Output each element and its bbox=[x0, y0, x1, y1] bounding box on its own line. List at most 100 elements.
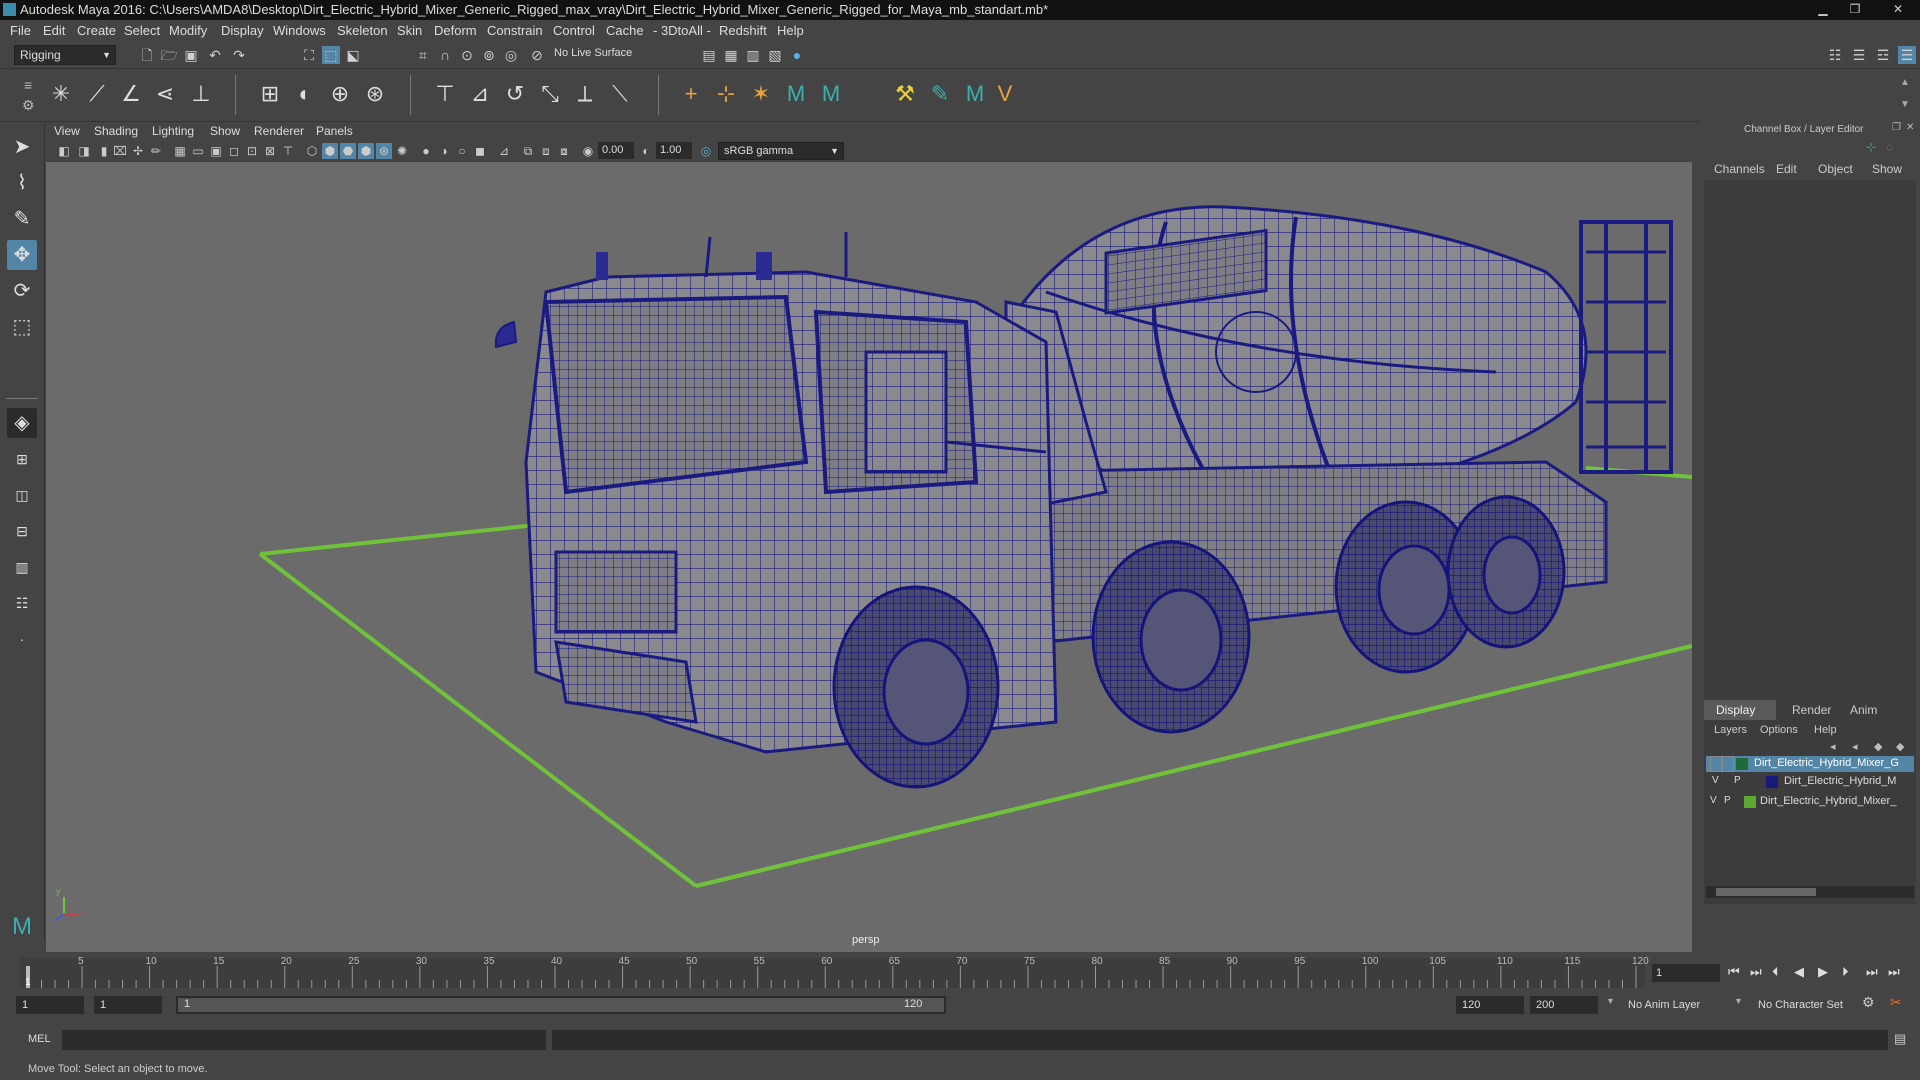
close-panel-icon[interactable]: ✕ bbox=[1906, 122, 1914, 133]
xray-icon[interactable]: ⧉ bbox=[520, 143, 536, 159]
layer-scrollbar-thumb[interactable] bbox=[1716, 888, 1816, 896]
script-editor-icon[interactable]: ▤ bbox=[1894, 1031, 1906, 1047]
anti-aliasing-icon[interactable]: ○ bbox=[454, 143, 470, 159]
menu-help[interactable]: Help bbox=[777, 20, 804, 42]
redo-icon[interactable]: ↷ bbox=[230, 46, 248, 64]
field-chart-icon[interactable]: ⊡ bbox=[244, 143, 260, 159]
layer-color-swatch[interactable] bbox=[1736, 758, 1748, 770]
float-panel-icon[interactable]: ❐ bbox=[1892, 122, 1901, 133]
resolution-gate-icon[interactable]: ▣ bbox=[208, 143, 224, 159]
paint-weights-icon[interactable]: ◐ bbox=[290, 79, 320, 109]
ipr-render-icon[interactable]: ▥ bbox=[744, 46, 762, 64]
rotate-tool-icon[interactable]: ⟳ bbox=[7, 276, 37, 306]
shelf-scroll-up-icon[interactable]: ▲ bbox=[1900, 77, 1910, 88]
layer-row[interactable]: Dirt_Electric_Hybrid_Mixer_G bbox=[1706, 756, 1914, 772]
exposure-field[interactable]: 0.00 bbox=[598, 142, 634, 159]
layer-row[interactable]: V P Dirt_Electric_Hybrid_Mixer_ bbox=[1706, 794, 1914, 810]
menu-redshift[interactable]: Redshift bbox=[719, 20, 767, 42]
layer-name[interactable]: Dirt_Electric_Hybrid_Mixer_ bbox=[1760, 795, 1916, 807]
persp-outliner-layout-icon[interactable]: ▥ bbox=[7, 552, 37, 582]
four-view-layout-icon[interactable]: ⊞ bbox=[7, 444, 37, 474]
menu-windows[interactable]: Windows bbox=[273, 20, 326, 42]
layer-name[interactable]: Dirt_Electric_Hybrid_Mixer_G bbox=[1754, 757, 1914, 769]
step-forward-frame-icon[interactable]: ⏵ bbox=[1842, 964, 1849, 980]
vp-menu-view[interactable]: View bbox=[54, 122, 80, 140]
mirror-joint-icon[interactable]: ⋖ bbox=[150, 79, 180, 109]
undo-icon[interactable]: ↶ bbox=[206, 46, 224, 64]
menu-3dtoall[interactable]: - 3DtoAll - bbox=[653, 20, 711, 42]
snap-view-icon[interactable]: ⊚ bbox=[480, 46, 498, 64]
layer-playback-toggle[interactable]: P bbox=[1734, 775, 1741, 786]
orient-constraint-icon[interactable]: ↺ bbox=[500, 79, 530, 109]
render-frame-icon[interactable]: ▦ bbox=[722, 46, 740, 64]
point-constraint-icon[interactable]: ⊤ bbox=[430, 79, 460, 109]
use-lights-icon[interactable]: ⊛ bbox=[376, 143, 392, 159]
shelf-menu-icon[interactable]: ≡ bbox=[24, 77, 32, 93]
layer-color-swatch[interactable] bbox=[1766, 776, 1778, 788]
outliner-layout-icon[interactable]: ☷ bbox=[7, 588, 37, 618]
xray-joints-icon[interactable]: ⧈ bbox=[538, 143, 554, 159]
2d-pan-icon[interactable]: ✢ bbox=[130, 143, 146, 159]
command-input[interactable] bbox=[62, 1030, 546, 1050]
layer-scrollbar[interactable] bbox=[1706, 886, 1914, 898]
layers-menu[interactable]: Layers bbox=[1714, 724, 1747, 736]
gamma-field[interactable]: 1.00 bbox=[656, 142, 692, 159]
play-forwards-icon[interactable]: ▶ bbox=[1818, 964, 1828, 980]
shadows-icon[interactable]: ✺ bbox=[394, 143, 410, 159]
safe-action-icon[interactable]: ⊠ bbox=[262, 143, 278, 159]
range-bar-fill[interactable] bbox=[178, 998, 944, 1012]
single-perspective-layout-icon[interactable]: ◈ bbox=[7, 408, 37, 438]
persp-graph-layout-icon[interactable]: ⊟ bbox=[7, 516, 37, 546]
playback-end-field[interactable]: 120 bbox=[1456, 996, 1524, 1014]
aim-constraint-icon[interactable]: ⊿ bbox=[465, 79, 495, 109]
time-slider-track[interactable] bbox=[20, 958, 1645, 988]
go-to-start-icon[interactable]: ⏮ bbox=[1728, 964, 1740, 980]
new-layer-selected-icon[interactable]: ◆ bbox=[1896, 740, 1904, 753]
menu-constrain[interactable]: Constrain bbox=[487, 20, 543, 42]
live-surface-label[interactable]: No Live Surface bbox=[554, 47, 632, 59]
range-bar[interactable]: 1 120 bbox=[176, 996, 946, 1014]
character-set-dropdown[interactable]: No Character Set bbox=[1750, 996, 1870, 1014]
object-menu[interactable]: Object bbox=[1818, 162, 1853, 176]
animation-end-field[interactable]: 200 bbox=[1530, 996, 1598, 1014]
options-menu[interactable]: Options bbox=[1760, 724, 1798, 736]
create-joint-icon[interactable]: ✳ bbox=[46, 79, 76, 109]
range-handle-end[interactable]: 120 bbox=[904, 998, 922, 1010]
vp-menu-lighting[interactable]: Lighting bbox=[152, 122, 194, 140]
tool-settings-icon[interactable]: ☰ bbox=[1850, 46, 1868, 64]
auto-key-icon[interactable]: ⚙ bbox=[1862, 994, 1875, 1011]
snap-grid-icon[interactable]: ⌗ bbox=[414, 46, 432, 64]
channels-menu[interactable]: Channels bbox=[1714, 162, 1765, 176]
layer-color-swatch[interactable] bbox=[1744, 796, 1756, 808]
select-hierarchy-icon[interactable]: ⛶ bbox=[300, 46, 318, 64]
select-component-icon[interactable]: ⬕ bbox=[344, 46, 362, 64]
show-menu[interactable]: Show bbox=[1872, 162, 1902, 176]
wireframe-icon[interactable]: ⬡ bbox=[304, 143, 320, 159]
close-button[interactable]: ✕ bbox=[1880, 2, 1916, 17]
menu-cache[interactable]: Cache bbox=[606, 20, 644, 42]
scale-tool-icon[interactable]: ⬚ bbox=[7, 312, 37, 342]
perspective-viewport[interactable]: y x persp bbox=[46, 162, 1692, 952]
render-settings-icon[interactable]: ▤ bbox=[700, 46, 718, 64]
gamma-icon[interactable]: ◐ bbox=[638, 143, 654, 159]
script-language-label[interactable]: MEL bbox=[28, 1033, 51, 1045]
exposure-icon[interactable]: ◉ bbox=[580, 143, 596, 159]
xray-components-icon[interactable]: ⧇ bbox=[556, 143, 572, 159]
minimize-button[interactable]: ▁ bbox=[1810, 2, 1836, 17]
quick-rig-icon[interactable]: ⊥ bbox=[186, 79, 216, 109]
open-scene-icon[interactable]: 🗁 bbox=[160, 46, 178, 64]
shelf-scroll-down-icon[interactable]: ▼ bbox=[1900, 99, 1910, 110]
v-tool-icon[interactable]: V bbox=[990, 79, 1020, 109]
camera-select-icon[interactable]: ◧ bbox=[56, 143, 72, 159]
pole-vector-icon[interactable]: ⟍ bbox=[605, 79, 635, 109]
tab-anim[interactable]: Anim bbox=[1850, 703, 1877, 717]
maya-script-3-icon[interactable]: M bbox=[960, 79, 990, 109]
textured-icon[interactable]: ⬢ bbox=[358, 143, 374, 159]
safe-title-icon[interactable]: ⊤ bbox=[280, 143, 296, 159]
step-back-frame-icon[interactable]: ⏴ bbox=[1772, 964, 1779, 980]
lasso-tool-icon[interactable]: ⌇ bbox=[7, 168, 37, 198]
maya-script-2-icon[interactable]: M bbox=[816, 79, 846, 109]
step-back-key-icon[interactable]: ⏭ bbox=[1750, 964, 1762, 980]
vp-menu-show[interactable]: Show bbox=[210, 122, 240, 140]
menu-edit[interactable]: Edit bbox=[43, 20, 65, 42]
